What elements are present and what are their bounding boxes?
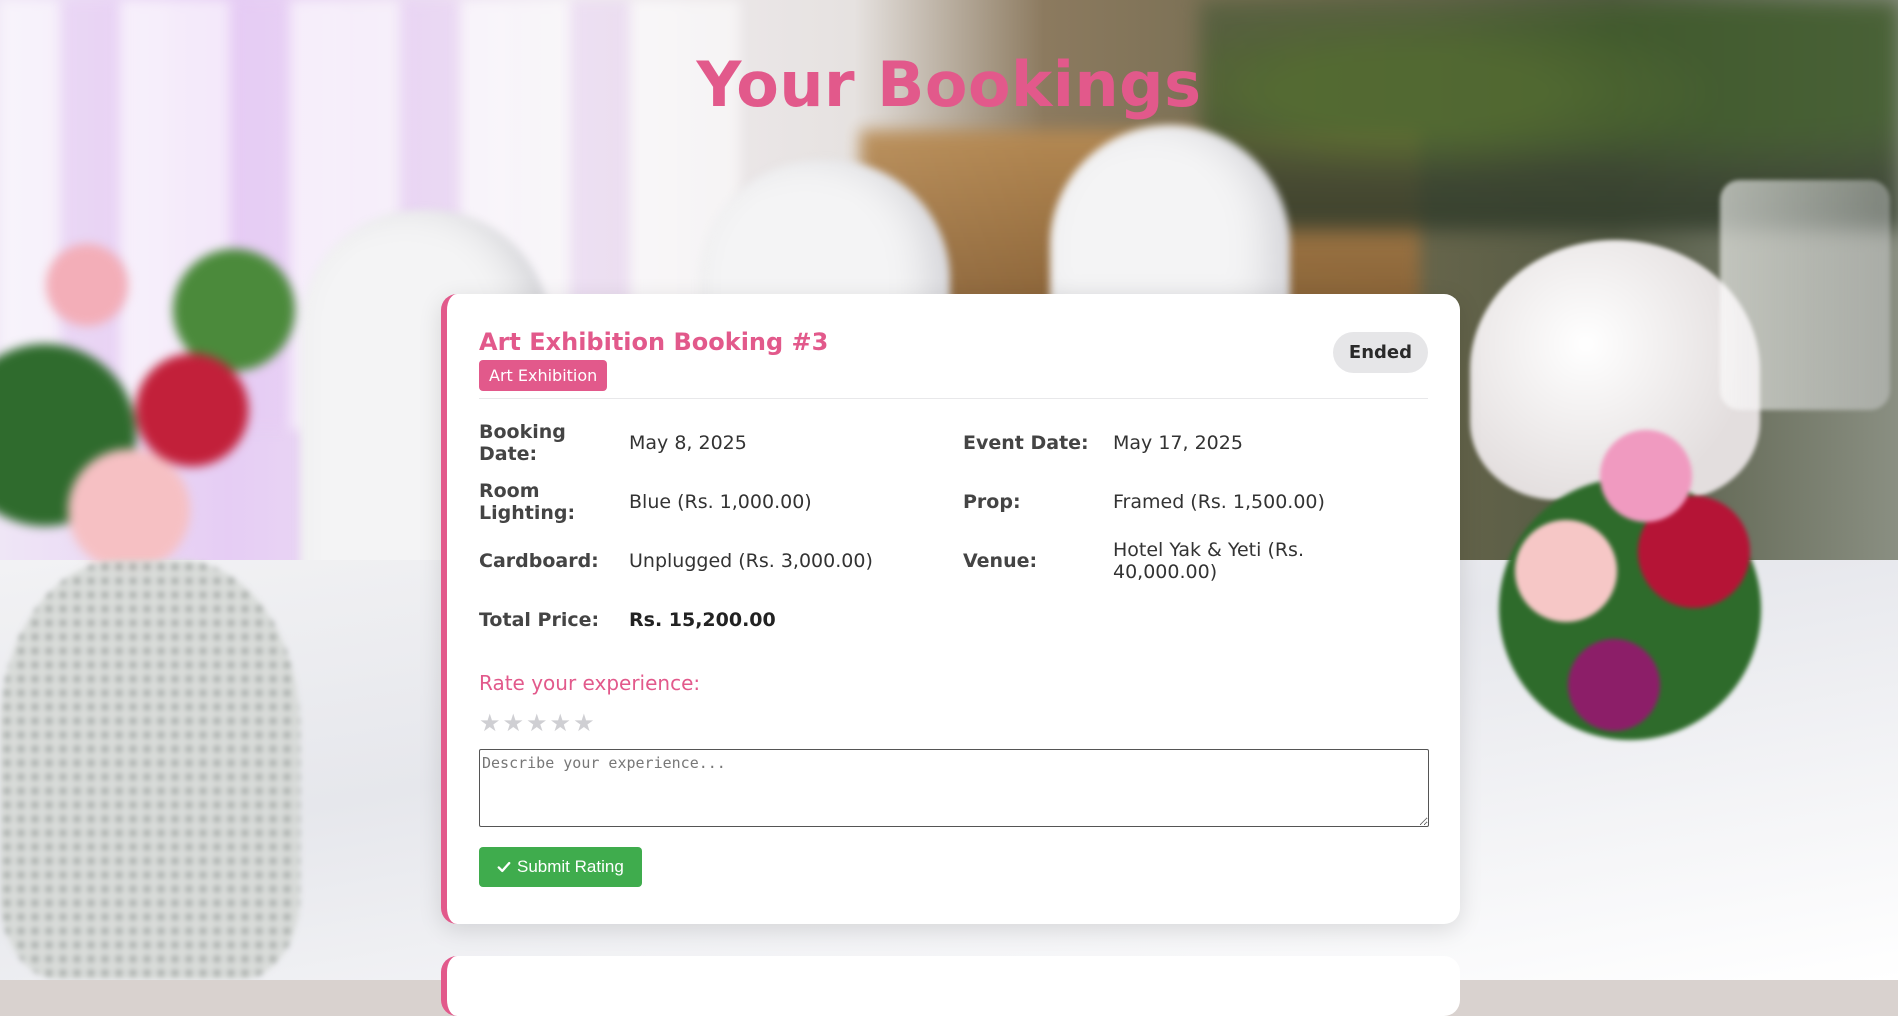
booking-date-value: May 8, 2025 [629, 431, 747, 454]
review-textarea[interactable] [479, 749, 1429, 827]
category-badge: Art Exhibition [479, 360, 608, 391]
total-price-value: Rs. 15,200.00 [629, 608, 776, 631]
check-icon [497, 861, 511, 873]
event-date-value: May 17, 2025 [1113, 431, 1243, 454]
star-rating: ★ ★ ★ ★ ★ [479, 711, 1428, 737]
booking-card: Art Exhibition Booking #3 Art Exhibition… [441, 294, 1460, 924]
room-lighting-value: Blue (Rs. 1,000.00) [629, 490, 812, 513]
status-badge: Ended [1332, 332, 1428, 373]
star-icon[interactable]: ★ [526, 711, 548, 737]
star-icon[interactable]: ★ [550, 711, 572, 737]
page-title: Your Bookings [696, 48, 1202, 121]
venue-label: Venue: [963, 549, 1038, 572]
booking-details: Booking Date: May 8, 2025 Event Date: Ma… [479, 413, 1428, 649]
cardboard-label: Cardboard: [479, 549, 599, 572]
star-icon[interactable]: ★ [479, 711, 501, 737]
submit-rating-label: Submit Rating [517, 857, 624, 876]
total-price-label: Total Price: [479, 608, 600, 631]
star-icon[interactable]: ★ [503, 711, 525, 737]
booking-title: Art Exhibition Booking #3 [479, 328, 829, 356]
room-lighting-label: Room Lighting: [479, 479, 576, 524]
event-date-label: Event Date: [963, 431, 1089, 454]
submit-rating-button[interactable]: Submit Rating [479, 847, 642, 887]
next-booking-card [441, 956, 1460, 1016]
booking-card-header: Art Exhibition Booking #3 Art Exhibition… [479, 328, 1428, 399]
booking-date-label: Booking Date: [479, 420, 566, 465]
prop-label: Prop: [963, 490, 1021, 513]
rate-experience-label: Rate your experience: [479, 671, 701, 695]
star-icon[interactable]: ★ [573, 711, 595, 737]
venue-value: Hotel Yak & Yeti (Rs. 40,000.00) [1113, 538, 1304, 583]
cardboard-value: Unplugged (Rs. 3,000.00) [629, 549, 873, 572]
prop-value: Framed (Rs. 1,500.00) [1113, 490, 1325, 513]
